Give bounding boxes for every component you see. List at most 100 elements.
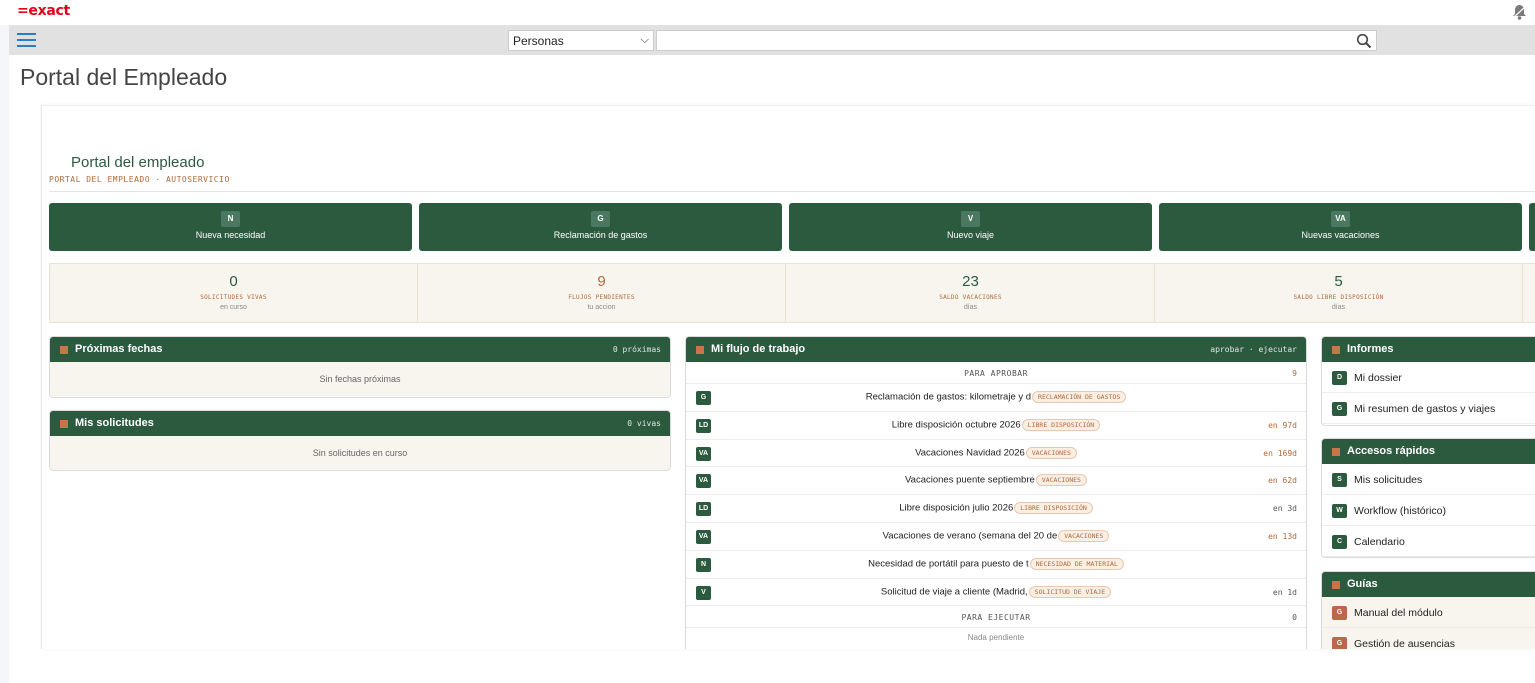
- type-badge: LD: [696, 502, 711, 517]
- card-accesos-rapidos: Accesos rápidos S Mis solicitudes W Work…: [1321, 438, 1535, 558]
- stat-saldo-libre-disposicion: 5 SALDO LIBRE DISPOSICIÓN días: [1155, 264, 1523, 322]
- guias-list: G Manual del módulo G Gestión de ausenci…: [1322, 597, 1535, 649]
- action-label: Reclamación de gastos: [553, 230, 648, 240]
- row-text: Libre disposición octubre 2026: [891, 419, 1021, 431]
- stat-value: 23: [962, 273, 979, 290]
- type-tag: SOLICITUD DE VIAJE: [1028, 585, 1112, 598]
- type-badge: LD: [696, 418, 711, 433]
- empty-message: Sin solicitudes en curso: [50, 436, 670, 470]
- square-icon: [1332, 448, 1340, 456]
- type-tag: VACACIONES: [1025, 446, 1077, 459]
- link-label: Gestión de ausencias: [1354, 638, 1455, 649]
- link-manual-modulo[interactable]: G Manual del módulo: [1322, 597, 1535, 628]
- card-mi-flujo-de-trabajo: Mi flujo de trabajo aprobar · ejecutar P…: [685, 336, 1307, 649]
- exact-logo[interactable]: =exact: [17, 3, 70, 19]
- type-badge: N: [696, 557, 711, 572]
- card-header: Mi flujo de trabajo aprobar · ejecutar: [686, 337, 1306, 362]
- link-badge: D: [1332, 371, 1347, 385]
- workflow-row[interactable]: G Reclamación de gastos: kilometraje y d…: [686, 384, 1306, 412]
- stat-key: SOLICITUDES VIVAS: [200, 294, 267, 301]
- card-count: 0 vivas: [627, 419, 661, 428]
- stat-key: SALDO VACACIONES: [939, 294, 1002, 301]
- stat-key: SALDO LIBRE DISPOSICIÓN: [1293, 294, 1384, 301]
- link-calendario[interactable]: C Calendario: [1322, 526, 1535, 557]
- type-badge: VA: [696, 529, 711, 544]
- link-workflow-historico[interactable]: W Workflow (histórico): [1322, 495, 1535, 526]
- search-icon[interactable]: [1356, 33, 1372, 49]
- card-mis-solicitudes: Mis solicitudes 0 vivas Sin solicitudes …: [49, 410, 671, 471]
- link-badge: W: [1332, 504, 1347, 518]
- type-badge: V: [696, 585, 711, 600]
- informes-list: D Mi dossier G Mi resumen de gastos y vi…: [1322, 362, 1535, 424]
- square-icon: [1332, 581, 1340, 589]
- card-title: Mis solicitudes: [75, 417, 154, 429]
- action-label: Nuevo viaje: [946, 230, 995, 240]
- action-nuevo-viaje[interactable]: V Nuevo viaje: [789, 203, 1152, 251]
- notification-bell-icon[interactable]: [1509, 2, 1529, 22]
- action-nueva-necesidad[interactable]: N Nueva necesidad: [49, 203, 412, 251]
- link-mi-resumen-gastos[interactable]: G Mi resumen de gastos y viajes: [1322, 393, 1535, 424]
- link-label: Manual del módulo: [1354, 607, 1443, 619]
- type-badge: G: [696, 391, 711, 405]
- link-label: Mis solicitudes: [1354, 474, 1423, 486]
- card-informes: Informes D Mi dossier G Mi resumen de ga…: [1321, 336, 1535, 426]
- workflow-row[interactable]: LD Libre disposición octubre 2026 LIBRE D…: [686, 412, 1306, 440]
- link-badge: S: [1332, 473, 1347, 487]
- stat-value: 5: [1334, 273, 1343, 290]
- stat-saldo-vacaciones: 23 SALDO VACACIONES días: [787, 264, 1155, 322]
- row-text: Vacaciones puente septiembre: [905, 474, 1035, 486]
- card-header: Guías: [1322, 572, 1535, 597]
- workflow-row[interactable]: N Necesidad de portátil para puesto de t…: [686, 551, 1306, 579]
- type-tag: LIBRE DISPOSICIÓN: [1021, 418, 1101, 431]
- row-text: Reclamación de gastos: kilometraje y d: [865, 391, 1032, 403]
- due-label: en 13d: [1268, 531, 1297, 541]
- action-nuevas-vacaciones[interactable]: VA Nuevas vacaciones: [1159, 203, 1522, 251]
- stat-flujos-pendientes: 9 FLUJOS PENDIENTES tu accion: [418, 264, 786, 322]
- entity-select-value: Personas: [513, 34, 564, 48]
- type-tag: NECESIDAD DE MATERIAL: [1029, 557, 1124, 570]
- entity-select[interactable]: Personas ⌵: [508, 30, 654, 51]
- portal-subtitle: PORTAL DEL EMPLEADO · AUTOSERVICIO: [49, 175, 230, 184]
- link-label: Mi dossier: [1354, 372, 1402, 384]
- section-para-ejecutar: PARA EJECUTAR 0: [686, 606, 1306, 629]
- card-hint: aprobar · ejecutar: [1210, 345, 1297, 354]
- action-label: Nuevas vacaciones: [1301, 230, 1380, 240]
- workflow-row[interactable]: VA Vacaciones puente septiembre VACACIONE…: [686, 467, 1306, 496]
- action-more[interactable]: [1529, 203, 1535, 251]
- card-title: Accesos rápidos: [1347, 445, 1436, 457]
- stat-sub: días: [963, 304, 978, 311]
- link-badge: G: [1332, 637, 1347, 649]
- portal-panel: Portal del empleado PORTAL DEL EMPLEADO …: [41, 105, 1535, 649]
- action-reclamacion-gastos[interactable]: G Reclamación de gastos: [419, 203, 782, 251]
- card-title: Mi flujo de trabajo: [711, 343, 806, 355]
- menu-icon[interactable]: [17, 33, 36, 47]
- section-label: PARA APROBAR: [964, 369, 1028, 378]
- stat-sub: días: [1331, 304, 1346, 311]
- workflow-row[interactable]: VA Vacaciones Navidad 2026 VACACIONES en …: [686, 440, 1306, 468]
- link-mi-dossier[interactable]: D Mi dossier: [1322, 362, 1535, 393]
- link-label: Workflow (histórico): [1354, 505, 1446, 517]
- empty-message: Sin fechas próximas: [50, 362, 670, 396]
- page-title: Portal del Empleado: [20, 64, 228, 90]
- search-input[interactable]: [656, 30, 1377, 51]
- workflow-row[interactable]: VA Vacaciones de verano (semana del 20 d…: [686, 523, 1306, 551]
- workflow-row[interactable]: LD Libre disposición julio 2026 LIBRE DIS…: [686, 495, 1306, 523]
- stat-value: 9: [597, 273, 606, 290]
- link-gestion-ausencias[interactable]: G Gestión de ausencias: [1322, 628, 1535, 649]
- card-count: 0 próximas: [612, 345, 661, 354]
- row-text: Libre disposición julio 2026: [899, 502, 1014, 514]
- action-badge: G: [591, 211, 610, 227]
- link-mis-solicitudes[interactable]: S Mis solicitudes: [1322, 464, 1535, 495]
- section-label: PARA EJECUTAR: [961, 613, 1031, 623]
- section-count: 0: [1292, 613, 1297, 623]
- card-header: Mis solicitudes 0 vivas: [50, 411, 670, 436]
- action-badge: V: [961, 211, 980, 227]
- accesos-list: S Mis solicitudes W Workflow (histórico)…: [1322, 464, 1535, 557]
- left-strip: [0, 25, 9, 683]
- workflow-row[interactable]: V Solicitud de viaje a cliente (Madrid, S…: [686, 579, 1306, 607]
- link-badge: C: [1332, 535, 1347, 549]
- type-badge: VA: [696, 446, 711, 461]
- link-badge: G: [1332, 606, 1347, 620]
- section-para-aprobar: PARA APROBAR 9: [686, 362, 1306, 384]
- stat-sub: tu accion: [587, 304, 616, 311]
